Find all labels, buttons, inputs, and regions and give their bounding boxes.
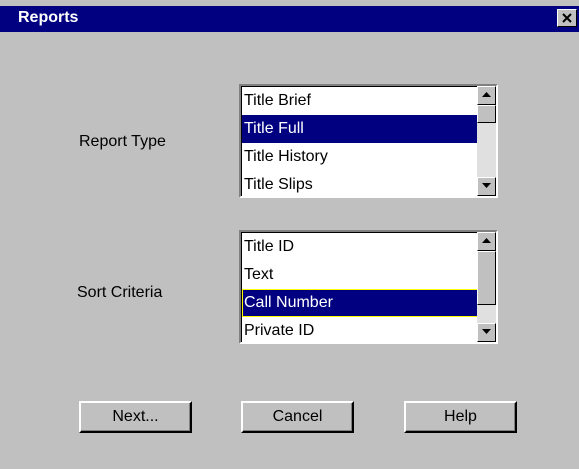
report-type-items: Title Brief Title Full Title History Tit… <box>242 87 478 199</box>
list-item[interactable]: Text <box>242 261 478 289</box>
list-item-selected[interactable]: Call Number <box>242 289 478 317</box>
scroll-up-button[interactable] <box>477 232 496 251</box>
list-item[interactable]: Title Brief <box>242 87 478 115</box>
scroll-thumb[interactable] <box>477 251 496 305</box>
report-type-scrollbar[interactable] <box>477 86 496 196</box>
arrow-up-icon <box>482 92 491 97</box>
title-bar[interactable]: Reports <box>0 6 579 32</box>
sort-criteria-scrollbar[interactable] <box>477 232 496 342</box>
sort-criteria-items: Title ID Text Call Number Private ID <box>242 233 478 345</box>
arrow-down-icon <box>482 183 491 188</box>
list-item[interactable]: Title ID <box>242 233 478 261</box>
scroll-down-button[interactable] <box>477 177 496 196</box>
reports-dialog: Reports Report Type Title Brief Title Fu… <box>0 0 579 469</box>
scroll-up-button[interactable] <box>477 86 496 105</box>
cancel-button[interactable]: Cancel <box>241 401 354 433</box>
help-button[interactable]: Help <box>404 401 517 433</box>
list-item[interactable]: Title History <box>242 143 478 171</box>
close-icon <box>562 13 572 23</box>
sort-criteria-label: Sort Criteria <box>77 284 163 301</box>
window-title: Reports <box>18 9 79 26</box>
list-item[interactable]: Title Slips <box>242 171 478 199</box>
scroll-thumb[interactable] <box>477 105 496 123</box>
arrow-down-icon <box>482 329 491 334</box>
report-type-listbox[interactable]: Title Brief Title Full Title History Tit… <box>239 84 498 198</box>
scroll-down-button[interactable] <box>477 323 496 342</box>
sort-criteria-listbox[interactable]: Title ID Text Call Number Private ID <box>239 230 498 344</box>
next-button[interactable]: Next... <box>79 401 192 433</box>
arrow-up-icon <box>482 238 491 243</box>
report-type-label: Report Type <box>79 133 166 150</box>
list-item[interactable]: Private ID <box>242 317 478 345</box>
close-button[interactable] <box>557 9 577 27</box>
list-item-selected[interactable]: Title Full <box>242 115 478 143</box>
